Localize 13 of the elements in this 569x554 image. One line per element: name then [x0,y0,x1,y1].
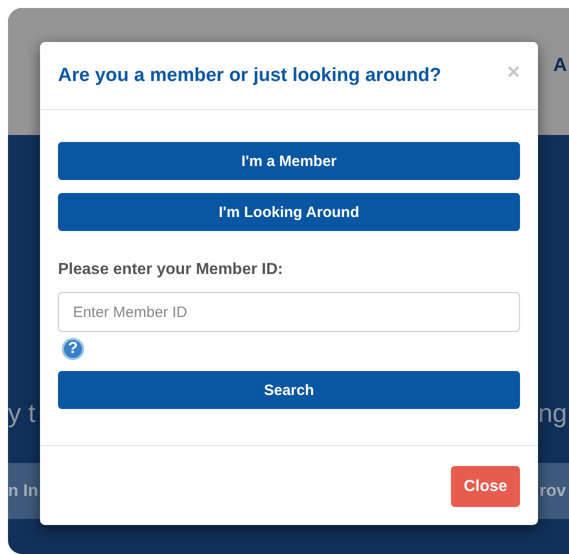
header-text: A [553,54,567,76]
banner-text: rov [540,481,566,501]
hero-text: ng [538,397,567,430]
member-id-field[interactable]: Enter Member ID [58,292,520,332]
choice-button[interactable]: I'm a Member [58,142,520,180]
modal-title: Are you a member or just looking around? [58,64,442,86]
choice-button[interactable]: I'm Looking Around [58,193,520,231]
search-button[interactable]: Search [58,371,520,409]
banner-text: n In [8,481,38,501]
close-button[interactable]: Close [451,466,520,507]
help-icon[interactable]: ? [62,338,84,360]
field-label: Please enter your Member ID: [58,261,284,279]
hero-text: y t [8,397,36,430]
